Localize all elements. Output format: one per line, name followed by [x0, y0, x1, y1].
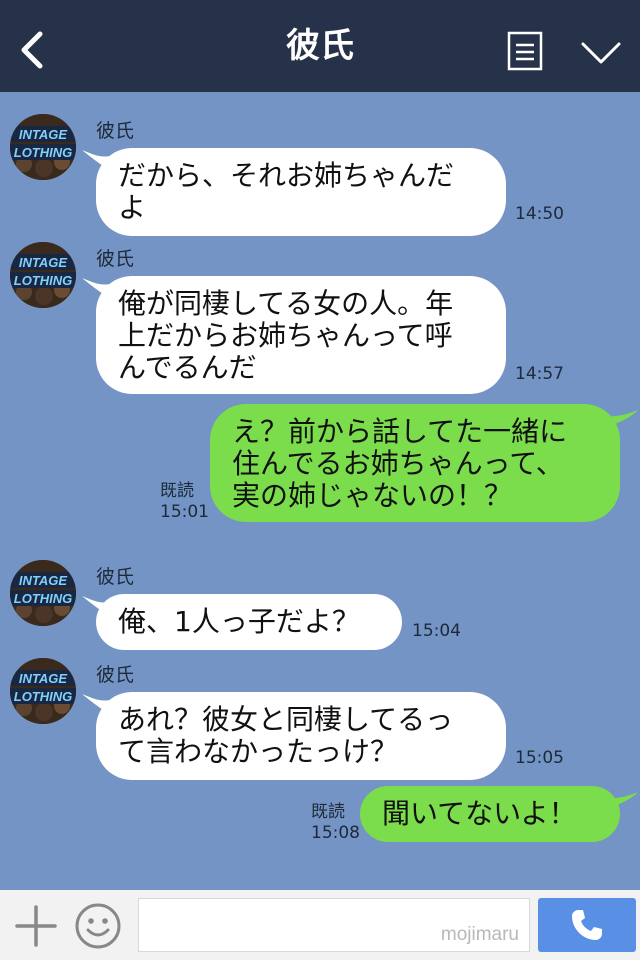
avatar[interactable]: INTAGE LOTHING	[10, 242, 76, 308]
message-bubble[interactable]: あれ？彼女と同棲してるっ て言わなかったっけ？	[96, 692, 506, 780]
read-receipt: 既読 15:08	[311, 802, 360, 844]
message-text: だから、それお姉ちゃんだ よ	[118, 159, 455, 224]
message-time: 14:50	[515, 204, 564, 224]
message-bubble[interactable]: 俺、1人っ子だよ？	[96, 594, 402, 650]
sender-name: 彼氏	[96, 120, 135, 142]
read-receipt: 既読 15:01	[160, 481, 209, 523]
message-time: 15:08	[311, 823, 360, 843]
avatar-text-bottom: LOTHING	[14, 591, 73, 606]
message-bubble[interactable]: 俺が同棲してる女の人。年 上だからお姉ちゃんって呼 んでるんだ	[96, 276, 506, 394]
avatar-text-bottom: LOTHING	[14, 689, 73, 704]
message-input-bar: mojimaru	[0, 890, 640, 960]
message-bubble[interactable]: だから、それお姉ちゃんだ よ	[96, 148, 506, 236]
avatar[interactable]: INTAGE LOTHING	[10, 658, 76, 724]
message-bubble[interactable]: え？前から話してた一緒に 住んでるお姉ちゃんって、 実の姉じゃないの！？	[210, 404, 620, 522]
message-bubble[interactable]: 聞いてないよ！	[360, 786, 620, 842]
phone-icon	[572, 910, 602, 940]
avatar-text-bottom: LOTHING	[14, 273, 73, 288]
message-time: 15:01	[160, 502, 209, 522]
message-text: 俺が同棲してる女の人。年 上だからお姉ちゃんって呼 んでるんだ	[118, 287, 454, 384]
chat-header: 彼氏	[0, 0, 640, 92]
avatar-text-top: INTAGE	[19, 127, 67, 142]
message-time: 14:57	[515, 364, 564, 384]
message-time: 15:05	[515, 748, 564, 768]
chat-area[interactable]: INTAGE LOTHING 彼氏 だから、それお姉ちゃんだ よ 14:50 I…	[0, 92, 640, 890]
message-text: あれ？彼女と同棲してるっ て言わなかったっけ？	[118, 703, 454, 768]
read-label: 既読	[311, 802, 345, 822]
avatar-text-top: INTAGE	[19, 255, 67, 270]
message-time: 15:04	[412, 621, 461, 641]
watermark: mojimaru	[440, 924, 519, 945]
sender-name: 彼氏	[96, 248, 135, 270]
avatar-text-bottom: LOTHING	[14, 145, 73, 160]
chat-title: 彼氏	[286, 26, 354, 66]
sender-name: 彼氏	[96, 566, 135, 588]
avatar-text-top: INTAGE	[19, 573, 67, 588]
avatar[interactable]: INTAGE LOTHING	[10, 560, 76, 626]
list-icon[interactable]	[507, 31, 543, 71]
message-text: 聞いてないよ！	[382, 797, 577, 830]
message-input[interactable]: mojimaru	[138, 898, 530, 952]
chevron-down-icon[interactable]	[580, 40, 622, 66]
read-label: 既読	[160, 481, 194, 501]
smile-icon[interactable]	[74, 902, 122, 950]
message-text: 俺、1人っ子だよ？	[118, 605, 360, 638]
call-button[interactable]	[538, 898, 636, 952]
avatar[interactable]: INTAGE LOTHING	[10, 114, 76, 180]
message-text: え？前から話してた一緒に 住んでるお姉ちゃんって、 実の姉じゃないの！？	[232, 415, 568, 512]
sender-name: 彼氏	[96, 664, 135, 686]
plus-icon[interactable]	[14, 904, 58, 948]
avatar-text-top: INTAGE	[19, 671, 67, 686]
